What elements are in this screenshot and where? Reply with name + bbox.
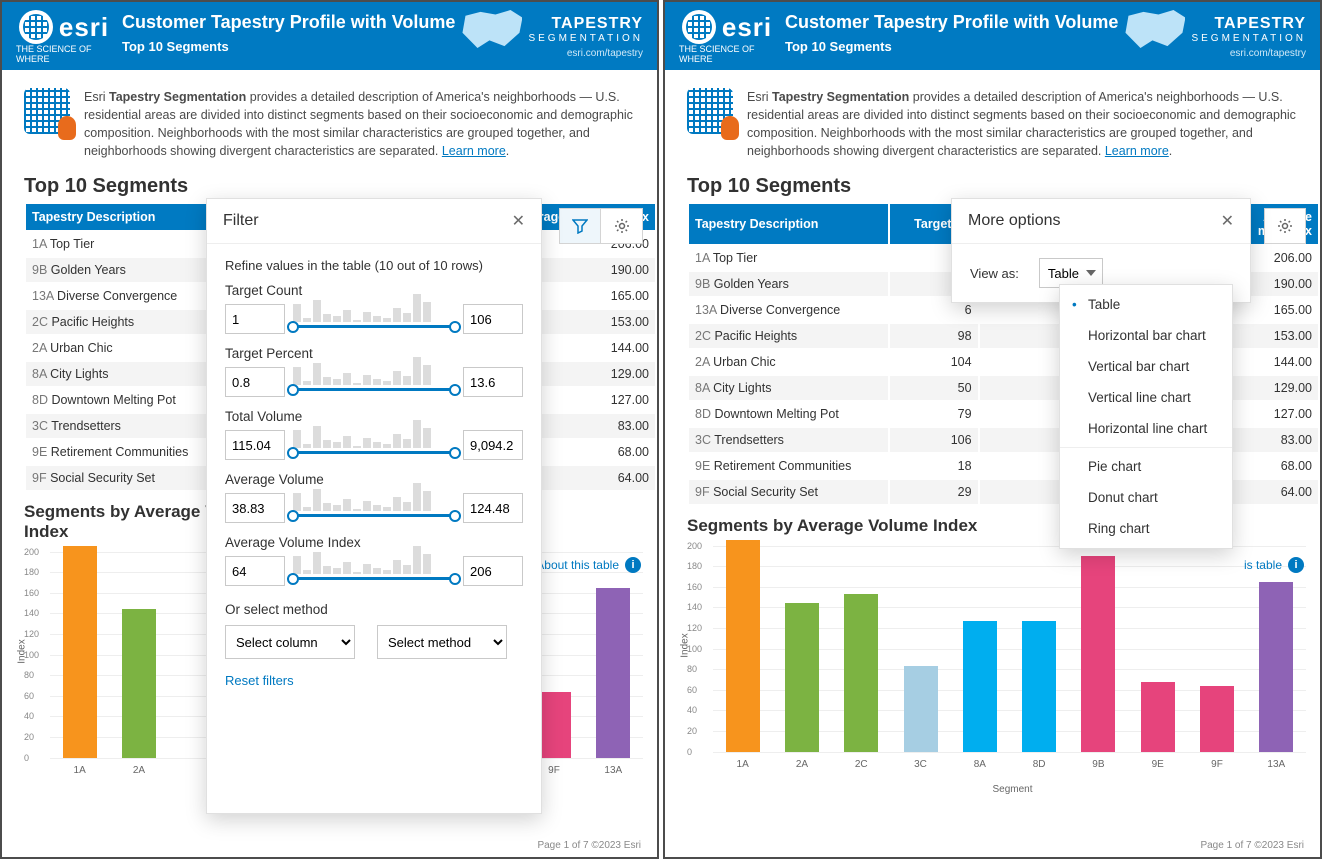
funnel-icon — [572, 218, 588, 234]
select-column[interactable]: Select column — [225, 625, 355, 659]
range-slider[interactable] — [225, 365, 523, 399]
chart-bar[interactable]: 9E — [1138, 682, 1177, 752]
esri-logo: esri THE SCIENCE OF WHERE — [16, 10, 112, 64]
chart-bar[interactable]: 13A — [1257, 582, 1296, 752]
close-icon[interactable]: ✕ — [1221, 211, 1234, 231]
range-slider[interactable] — [225, 302, 523, 336]
about-table-link[interactable]: About this tablei — [536, 557, 641, 573]
range-slider[interactable] — [225, 491, 523, 525]
learn-more-link[interactable]: Learn more — [1105, 144, 1169, 158]
avi-chart-right: Index 020406080100120140160180200 1A 2A … — [713, 540, 1306, 780]
tapestry-person-icon — [24, 88, 70, 134]
esri-logo: esri THE SCIENCE OF WHERE — [679, 10, 775, 64]
view-as-dropdown: TableHorizontal bar chartVertical bar ch… — [1059, 284, 1233, 549]
range-min-input[interactable] — [225, 556, 285, 586]
view-option[interactable]: Vertical line chart — [1060, 382, 1232, 413]
filter-title: Filter — [223, 212, 259, 230]
range-min-input[interactable] — [225, 304, 285, 334]
more-options-title: More options — [968, 212, 1061, 230]
chart-bar[interactable]: 13A — [594, 588, 633, 758]
view-option[interactable]: Table — [1060, 289, 1232, 320]
gear-icon — [1277, 218, 1293, 234]
col-desc[interactable]: Tapestry Description — [689, 204, 888, 244]
chart-bar[interactable]: 1A — [723, 540, 762, 752]
settings-button[interactable] — [1264, 208, 1306, 244]
info-icon: i — [625, 557, 641, 573]
chart-bar[interactable]: 1A — [60, 546, 99, 758]
chart-bar[interactable]: 2A — [119, 609, 158, 757]
view-option[interactable]: Vertical bar chart — [1060, 351, 1232, 382]
settings-button[interactable] — [601, 208, 643, 244]
info-icon: i — [1288, 557, 1304, 573]
page-title: Customer Tapestry Profile with Volume — [122, 12, 473, 33]
view-option[interactable]: Ring chart — [1060, 513, 1232, 544]
range-max-input[interactable] — [463, 556, 523, 586]
learn-more-link[interactable]: Learn more — [442, 144, 506, 158]
page-title: Customer Tapestry Profile with Volume — [785, 12, 1136, 33]
us-map-icon — [462, 10, 522, 48]
range-max-input[interactable] — [463, 367, 523, 397]
about-table-link[interactable]: is tablei — [1244, 557, 1304, 573]
footer-text: Page 1 of 7 ©2023 Esri — [1200, 840, 1304, 851]
intro-block: Esri Tapestry Segmentation provides a de… — [2, 70, 657, 167]
intro-block: Esri Tapestry Segmentation provides a de… — [665, 70, 1320, 167]
report-pane-left: esri THE SCIENCE OF WHERE Customer Tapes… — [0, 0, 659, 859]
header: esri THE SCIENCE OF WHERE Customer Tapes… — [665, 2, 1320, 70]
chart-bar[interactable]: 8A — [960, 621, 999, 752]
chart-bar[interactable]: 3C — [901, 666, 940, 751]
range-max-input[interactable] — [463, 430, 523, 460]
chart-bar[interactable]: 2A — [782, 603, 821, 751]
select-method[interactable]: Select method — [377, 625, 507, 659]
view-as-label: View as: — [970, 266, 1019, 281]
reset-filters-link[interactable]: Reset filters — [225, 673, 294, 688]
tapestry-logo: TAPESTRYSEGMENTATION esri.com/tapestry — [483, 10, 643, 59]
globe-icon — [19, 10, 53, 44]
tapestry-logo: TAPESTRYSEGMENTATION esri.com/tapestry — [1146, 10, 1306, 59]
range-min-input[interactable] — [225, 493, 285, 523]
range-min-input[interactable] — [225, 430, 285, 460]
filter-refine-text: Refine values in the table (10 out of 10… — [225, 258, 523, 273]
gear-icon — [614, 218, 630, 234]
range-slider[interactable] — [225, 554, 523, 588]
chart-bar[interactable]: 9B — [1079, 556, 1118, 752]
close-icon[interactable]: ✕ — [512, 211, 525, 231]
globe-icon — [682, 10, 716, 44]
range-min-input[interactable] — [225, 367, 285, 397]
view-option[interactable]: Pie chart — [1060, 451, 1232, 482]
view-option[interactable]: Horizontal bar chart — [1060, 320, 1232, 351]
filter-button[interactable] — [559, 208, 601, 244]
chart-bar[interactable]: 9F — [1197, 686, 1236, 752]
report-pane-right: esri THE SCIENCE OF WHERE Customer Tapes… — [663, 0, 1322, 859]
chart-bar[interactable]: 8D — [1019, 621, 1058, 752]
range-max-input[interactable] — [463, 493, 523, 523]
section-title: Top 10 Segments — [2, 167, 657, 202]
filter-panel: Filter ✕ Refine values in the table (10 … — [206, 198, 542, 814]
range-max-input[interactable] — [463, 304, 523, 334]
us-map-icon — [1125, 10, 1185, 48]
footer-text: Page 1 of 7 ©2023 Esri — [537, 840, 641, 851]
range-slider[interactable] — [225, 428, 523, 462]
page-subtitle: Top 10 Segments — [785, 39, 1136, 54]
tapestry-person-icon — [687, 88, 733, 134]
view-option[interactable]: Donut chart — [1060, 482, 1232, 513]
page-subtitle: Top 10 Segments — [122, 39, 473, 54]
section-title: Top 10 Segments — [665, 167, 1320, 202]
header: esri THE SCIENCE OF WHERE Customer Tapes… — [2, 2, 657, 70]
view-option[interactable]: Horizontal line chart — [1060, 413, 1232, 444]
chart-bar[interactable]: 2C — [842, 594, 881, 751]
